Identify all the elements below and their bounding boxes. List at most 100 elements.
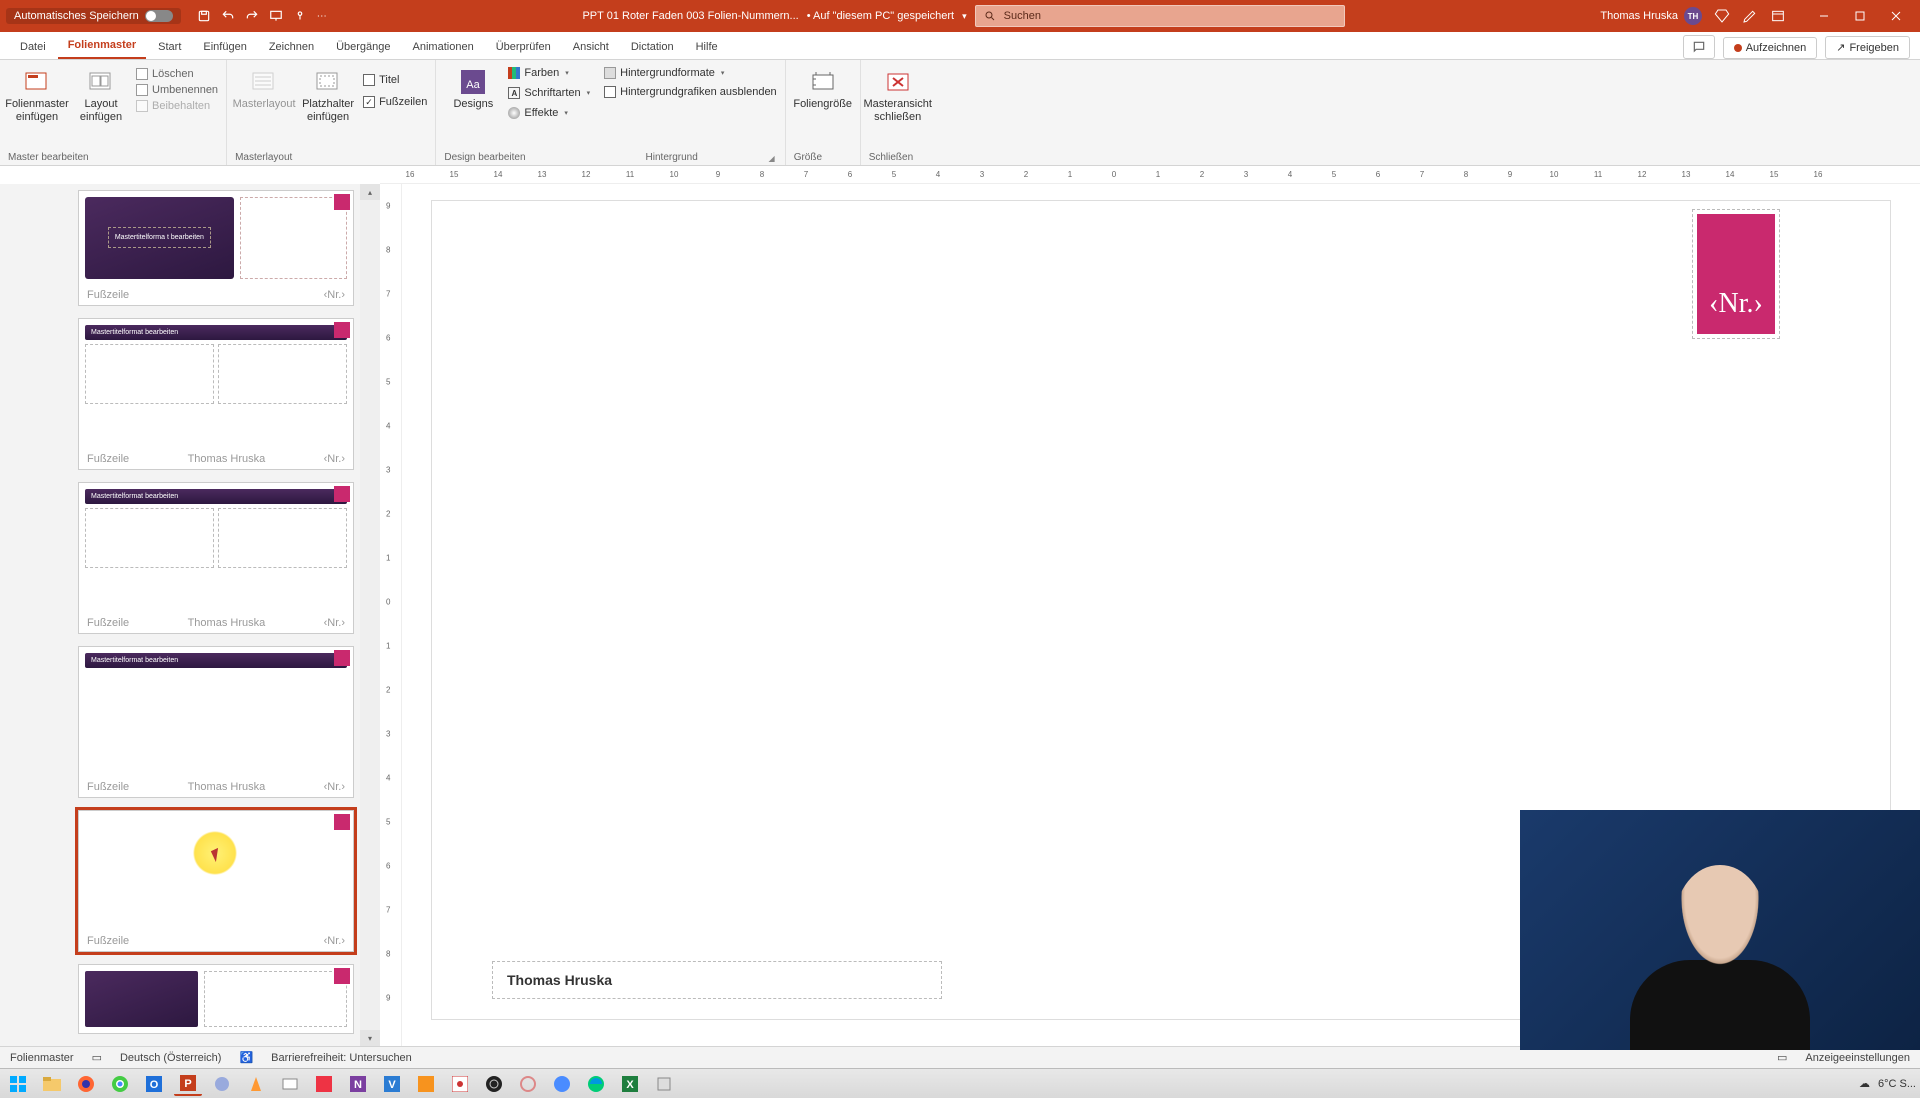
tab-start[interactable]: Start	[148, 35, 191, 59]
edge-icon[interactable]	[582, 1072, 610, 1096]
ruler-mark: 2	[386, 686, 390, 695]
system-tray[interactable]: ☁ 6°C S...	[1859, 1077, 1916, 1090]
magenta-badge-icon	[334, 814, 350, 830]
maximize-button[interactable]	[1842, 4, 1878, 28]
tab-datei[interactable]: Datei	[10, 35, 56, 59]
app-icon[interactable]	[446, 1072, 474, 1096]
tab-ansicht[interactable]: Ansicht	[563, 35, 619, 59]
chrome-icon[interactable]	[106, 1072, 134, 1096]
visio-icon[interactable]: V	[378, 1072, 406, 1096]
horizontal-ruler[interactable]: 1615141312111098765432101234567891011121…	[380, 166, 1920, 184]
app-icon[interactable]	[514, 1072, 542, 1096]
powerpoint-icon[interactable]: P	[174, 1072, 202, 1096]
file-explorer-icon[interactable]	[38, 1072, 66, 1096]
accessibility-icon: ♿	[239, 1051, 253, 1064]
obs-icon[interactable]	[480, 1072, 508, 1096]
fusszeilen-checkbox[interactable]: Fußzeilen	[363, 96, 427, 108]
folienmaster-einfuegen-button[interactable]: Folienmaster einfügen	[8, 64, 66, 123]
status-display[interactable]: Anzeigeeinstellungen	[1805, 1052, 1910, 1064]
scroll-up-icon[interactable]: ▴	[360, 184, 380, 200]
search-box[interactable]: Suchen	[975, 5, 1345, 27]
layout-einfuegen-button[interactable]: Layout einfügen	[72, 64, 130, 123]
zoom-icon[interactable]	[548, 1072, 576, 1096]
ruler-mark: 9	[1508, 170, 1512, 179]
dialog-launcher-icon[interactable]: ◢	[769, 154, 777, 163]
thumbnail-pane[interactable]: Mastertitelforma t bearbeiten Fußzeile‹N…	[0, 184, 380, 1046]
onenote-icon[interactable]: N	[344, 1072, 372, 1096]
pen-icon[interactable]	[1742, 8, 1758, 24]
tab-uebergaenge[interactable]: Übergänge	[326, 35, 400, 59]
platzhalter-einfuegen-button[interactable]: Platzhalter einfügen	[299, 64, 357, 123]
firefox-icon[interactable]	[72, 1072, 100, 1096]
app-icon[interactable]	[276, 1072, 304, 1096]
undo-icon[interactable]	[221, 9, 235, 23]
start-button[interactable]	[4, 1072, 32, 1096]
excel-icon[interactable]: X	[616, 1072, 644, 1096]
hintergrundformate-dropdown[interactable]: Hintergrundformate	[604, 66, 777, 80]
designs-button[interactable]: Aa Designs	[444, 64, 502, 111]
diamond-icon[interactable]	[1714, 8, 1730, 24]
app-icon[interactable]	[208, 1072, 236, 1096]
thumb-layout[interactable]: Mastertitelformat bearbeiten FußzeileTho…	[78, 482, 354, 634]
status-language[interactable]: Deutsch (Österreich)	[120, 1052, 221, 1064]
umbenennen-button[interactable]: Umbenennen	[136, 84, 218, 96]
tab-zeichnen[interactable]: Zeichnen	[259, 35, 324, 59]
placeholder-icon	[314, 68, 342, 96]
touch-icon[interactable]	[293, 9, 307, 23]
minimize-button[interactable]	[1806, 4, 1842, 28]
thumb-layout[interactable]	[78, 964, 354, 1034]
app-icon[interactable]	[412, 1072, 440, 1096]
qat-more-icon[interactable]: ⋯	[317, 11, 327, 22]
filename[interactable]: PPT 01 Roter Faden 003 Folien-Nummern...	[582, 10, 798, 22]
beibehalten-button[interactable]: Beibehalten	[136, 100, 218, 112]
thumb-layout[interactable]: Mastertitelforma t bearbeiten Fußzeile‹N…	[78, 190, 354, 306]
aufzeichnen-button[interactable]: Aufzeichnen	[1723, 37, 1818, 59]
hg-ausblenden-checkbox[interactable]: Hintergrundgrafiken ausblenden	[604, 86, 777, 98]
magenta-badge-icon	[334, 322, 350, 338]
autosave-toggle[interactable]: Automatisches Speichern	[6, 8, 181, 24]
vlc-icon[interactable]	[242, 1072, 270, 1096]
status-mode[interactable]: Folienmaster	[10, 1052, 74, 1064]
close-button[interactable]	[1878, 4, 1914, 28]
vertical-ruler[interactable]: 9876543210123456789	[380, 184, 402, 1046]
save-icon[interactable]	[197, 9, 211, 23]
status-accessibility[interactable]: Barrierefreiheit: Untersuchen	[271, 1052, 412, 1064]
loeschen-button[interactable]: Löschen	[136, 68, 218, 80]
thumb-layout-selected[interactable]: Fußzeile‹Nr.›	[78, 810, 354, 952]
autosave-switch[interactable]	[145, 10, 173, 22]
freigeben-button[interactable]: ↗Freigeben	[1825, 36, 1910, 59]
tab-folienmaster[interactable]: Folienmaster	[58, 33, 146, 59]
farben-dropdown[interactable]: Farben	[508, 66, 590, 80]
tab-einfuegen[interactable]: Einfügen	[193, 35, 256, 59]
tab-dictation[interactable]: Dictation	[621, 35, 684, 59]
titel-checkbox[interactable]: Titel	[363, 74, 427, 86]
footer-placeholder[interactable]: Thomas Hruska	[492, 961, 942, 999]
ruler-mark: 1	[386, 642, 390, 651]
foliengroesse-button[interactable]: Foliengröße	[794, 64, 852, 111]
user-account[interactable]: Thomas Hruska TH	[1600, 7, 1702, 25]
tab-hilfe[interactable]: Hilfe	[686, 35, 728, 59]
slide-number-placeholder[interactable]: ‹Nr.›	[1692, 209, 1780, 339]
titlebar-left: Automatisches Speichern ⋯	[6, 8, 327, 24]
slideshow-icon[interactable]	[269, 9, 283, 23]
checkbox-icon	[363, 74, 375, 86]
redo-icon[interactable]	[245, 9, 259, 23]
slide-size-icon	[809, 68, 837, 96]
window-icon[interactable]	[1770, 8, 1786, 24]
comments-icon[interactable]	[1683, 35, 1715, 59]
tab-ueberpruefen[interactable]: Überprüfen	[486, 35, 561, 59]
thumb-layout[interactable]: Mastertitelformat bearbeiten FußzeileTho…	[78, 646, 354, 798]
effekte-dropdown[interactable]: Effekte	[508, 106, 590, 120]
app-icon[interactable]	[650, 1072, 678, 1096]
outlook-icon[interactable]: O	[140, 1072, 168, 1096]
ruler-mark: 7	[1420, 170, 1424, 179]
thumbs-scrollbar[interactable]: ▴ ▾	[360, 184, 380, 1046]
schriftarten-dropdown[interactable]: ASchriftarten	[508, 86, 590, 100]
todoist-icon[interactable]	[310, 1072, 338, 1096]
scroll-down-icon[interactable]: ▾	[360, 1030, 380, 1046]
masterlayout-button[interactable]: Masterlayout	[235, 64, 293, 111]
chevron-down-icon[interactable]: ▾	[962, 11, 967, 22]
thumb-layout[interactable]: Mastertitelformat bearbeiten FußzeileTho…	[78, 318, 354, 470]
masteransicht-schliessen-button[interactable]: Masteransicht schließen	[869, 64, 927, 123]
tab-animationen[interactable]: Animationen	[403, 35, 484, 59]
